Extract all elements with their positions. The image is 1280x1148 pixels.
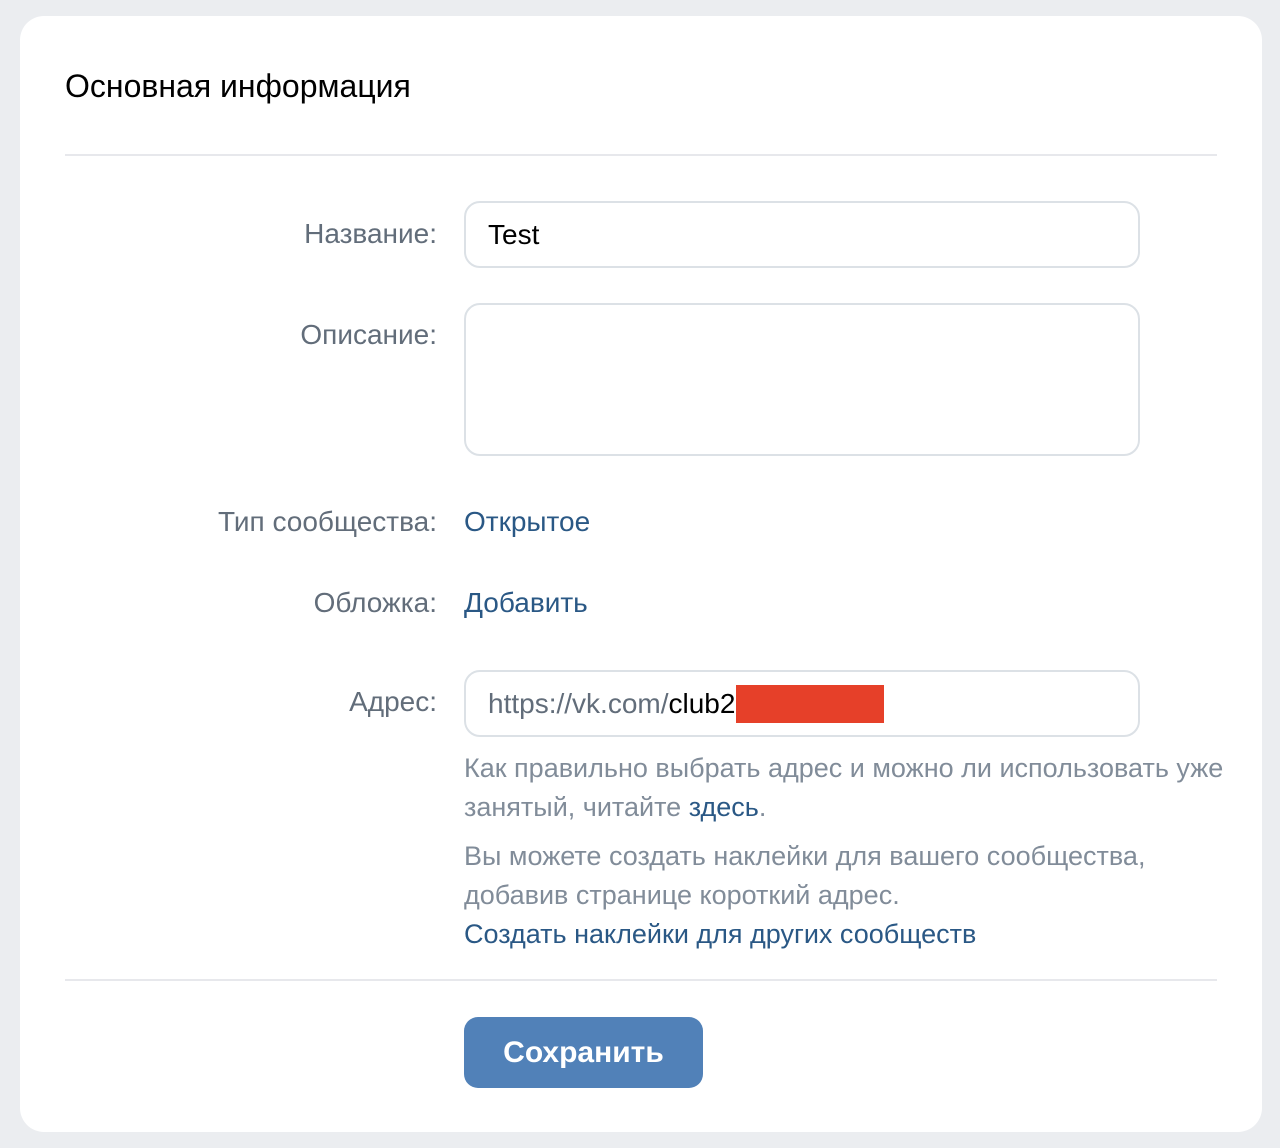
address-help-link[interactable]: здесь — [689, 792, 759, 822]
address-label: Адрес: — [349, 686, 437, 717]
address-help-end: . — [758, 792, 767, 822]
cover-add-link[interactable]: Добавить — [464, 585, 588, 621]
stickers-help-text: Вы можете создать наклейки для вашего со… — [464, 837, 1234, 954]
address-help-text: Как правильно выбрать адрес и можно ли и… — [464, 749, 1234, 827]
section-title: Основная информация — [65, 68, 411, 104]
address-prefix: https://vk.com/ — [488, 687, 669, 719]
address-input[interactable]: https://vk.com/club2 — [464, 670, 1140, 737]
redaction-block — [736, 684, 885, 723]
stickers-create-link[interactable]: Создать наклейки для других сообществ — [464, 915, 976, 954]
name-input[interactable]: Test — [464, 201, 1140, 268]
save-button[interactable]: Сохранить — [464, 1017, 703, 1088]
settings-card: Основная информация Название: Test Описа… — [20, 16, 1262, 1132]
address-value: club2 — [668, 687, 736, 719]
description-textarea[interactable] — [464, 303, 1140, 456]
address-help-body: Как правильно выбрать адрес и можно ли и… — [464, 753, 1224, 822]
header-divider — [65, 154, 1217, 156]
cover-label: Обложка: — [313, 587, 437, 618]
community-type-link[interactable]: Открытое — [464, 504, 590, 540]
name-label: Название: — [304, 218, 437, 249]
community-type-label: Тип сообщества: — [218, 506, 437, 537]
footer-divider — [65, 979, 1217, 981]
stickers-help-body: Вы можете создать наклейки для вашего со… — [464, 841, 1146, 910]
name-input-value: Test — [488, 218, 540, 250]
description-label: Описание: — [300, 319, 437, 350]
